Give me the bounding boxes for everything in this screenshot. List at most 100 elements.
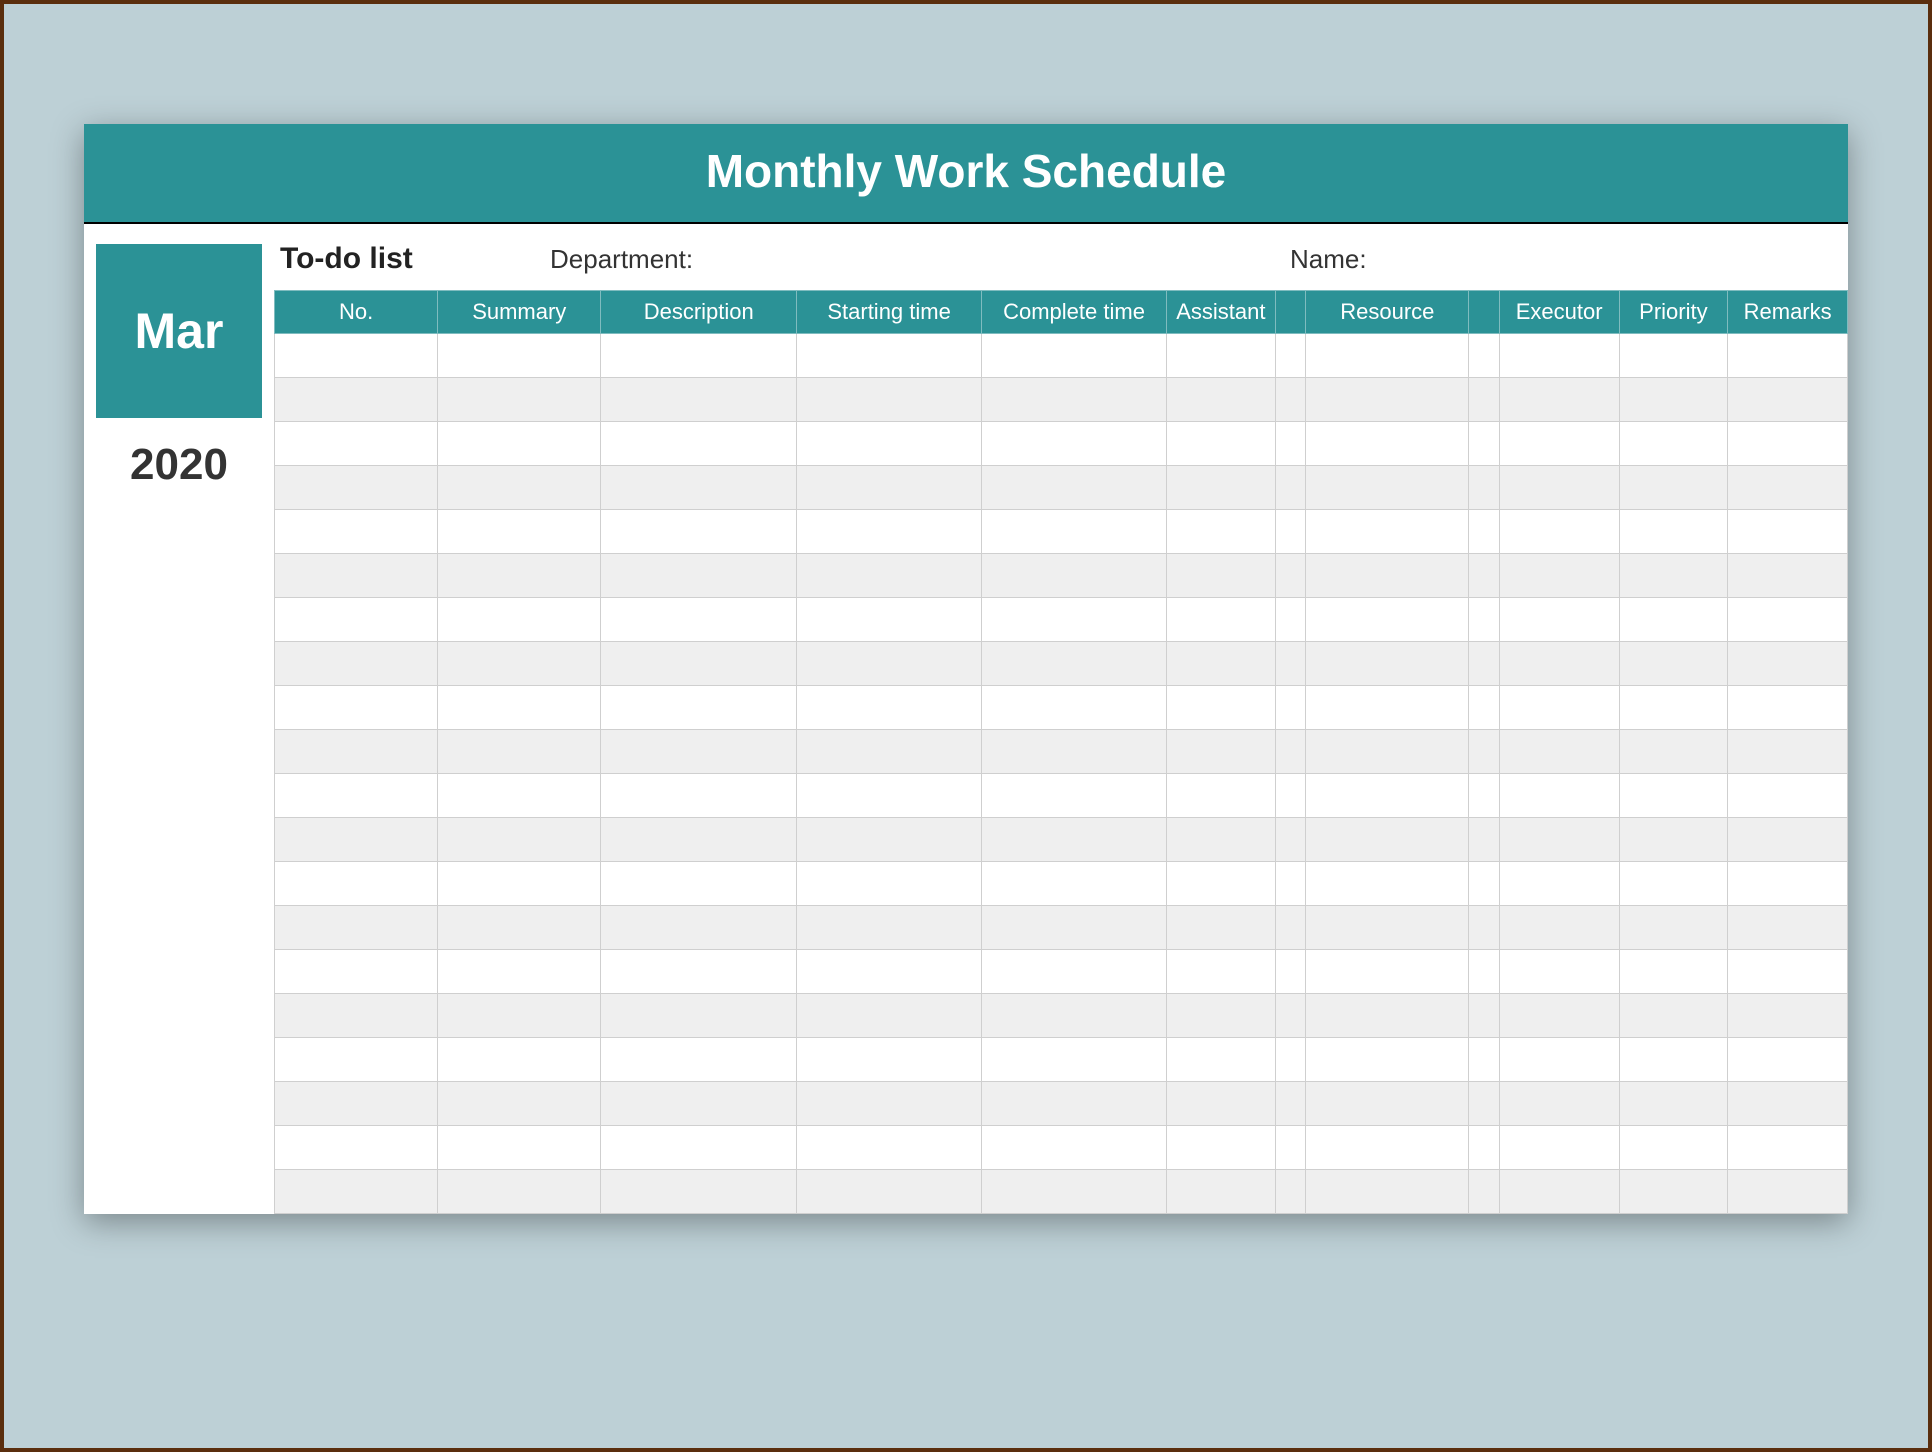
cell[interactable] [797,1170,982,1214]
cell[interactable] [1499,422,1619,466]
cell[interactable] [1469,950,1499,994]
cell[interactable] [1499,334,1619,378]
cell[interactable] [1499,1170,1619,1214]
cell[interactable] [275,862,438,906]
cell[interactable] [1619,906,1728,950]
cell[interactable] [601,1126,797,1170]
cell[interactable] [1306,510,1469,554]
cell[interactable] [797,862,982,906]
cell[interactable] [797,378,982,422]
cell[interactable] [797,950,982,994]
cell[interactable] [1166,510,1275,554]
cell[interactable] [1275,862,1305,906]
cell[interactable] [275,334,438,378]
cell[interactable] [275,378,438,422]
cell[interactable] [1728,554,1848,598]
cell[interactable] [982,554,1167,598]
cell[interactable] [1275,466,1305,510]
cell[interactable] [797,422,982,466]
cell[interactable] [438,1170,601,1214]
cell[interactable] [1275,598,1305,642]
cell[interactable] [601,598,797,642]
cell[interactable] [797,334,982,378]
cell[interactable] [601,730,797,774]
cell[interactable] [1619,378,1728,422]
cell[interactable] [438,466,601,510]
cell[interactable] [1469,1082,1499,1126]
cell[interactable] [1306,906,1469,950]
cell[interactable] [1619,1082,1728,1126]
cell[interactable] [1619,1126,1728,1170]
cell[interactable] [1306,950,1469,994]
cell[interactable] [1499,818,1619,862]
cell[interactable] [1499,1126,1619,1170]
table-row[interactable] [275,422,1848,466]
cell[interactable] [1275,774,1305,818]
cell[interactable] [601,686,797,730]
cell[interactable] [1499,466,1619,510]
cell[interactable] [982,1170,1167,1214]
cell[interactable] [1306,774,1469,818]
cell[interactable] [438,1126,601,1170]
cell[interactable] [1469,994,1499,1038]
cell[interactable] [1728,994,1848,1038]
cell[interactable] [1499,686,1619,730]
cell[interactable] [1728,686,1848,730]
cell[interactable] [982,1038,1167,1082]
cell[interactable] [1469,1126,1499,1170]
cell[interactable] [438,422,601,466]
cell[interactable] [275,466,438,510]
cell[interactable] [275,1038,438,1082]
cell[interactable] [797,730,982,774]
cell[interactable] [601,906,797,950]
cell[interactable] [1619,862,1728,906]
cell[interactable] [1275,554,1305,598]
cell[interactable] [1306,994,1469,1038]
cell[interactable] [1275,950,1305,994]
cell[interactable] [797,510,982,554]
cell[interactable] [1728,1170,1848,1214]
cell[interactable] [1728,1082,1848,1126]
cell[interactable] [1166,642,1275,686]
table-row[interactable] [275,1126,1848,1170]
cell[interactable] [1728,598,1848,642]
cell[interactable] [1166,950,1275,994]
cell[interactable] [601,774,797,818]
cell[interactable] [1306,554,1469,598]
cell[interactable] [275,422,438,466]
cell[interactable] [1275,730,1305,774]
cell[interactable] [1166,598,1275,642]
cell[interactable] [275,774,438,818]
cell[interactable] [1619,730,1728,774]
cell[interactable] [438,774,601,818]
cell[interactable] [1499,950,1619,994]
cell[interactable] [1499,862,1619,906]
cell[interactable] [1166,554,1275,598]
cell[interactable] [438,598,601,642]
cell[interactable] [1469,862,1499,906]
cell[interactable] [982,818,1167,862]
cell[interactable] [601,862,797,906]
cell[interactable] [797,642,982,686]
table-row[interactable] [275,598,1848,642]
cell[interactable] [275,1126,438,1170]
cell[interactable] [797,994,982,1038]
cell[interactable] [1728,510,1848,554]
cell[interactable] [1469,642,1499,686]
cell[interactable] [982,1126,1167,1170]
cell[interactable] [438,906,601,950]
cell[interactable] [275,1170,438,1214]
cell[interactable] [275,554,438,598]
cell[interactable] [438,686,601,730]
cell[interactable] [1469,598,1499,642]
cell[interactable] [1499,642,1619,686]
cell[interactable] [1306,466,1469,510]
cell[interactable] [797,554,982,598]
cell[interactable] [438,378,601,422]
cell[interactable] [1469,686,1499,730]
cell[interactable] [601,554,797,598]
cell[interactable] [1306,334,1469,378]
table-row[interactable] [275,950,1848,994]
cell[interactable] [1619,598,1728,642]
cell[interactable] [601,642,797,686]
